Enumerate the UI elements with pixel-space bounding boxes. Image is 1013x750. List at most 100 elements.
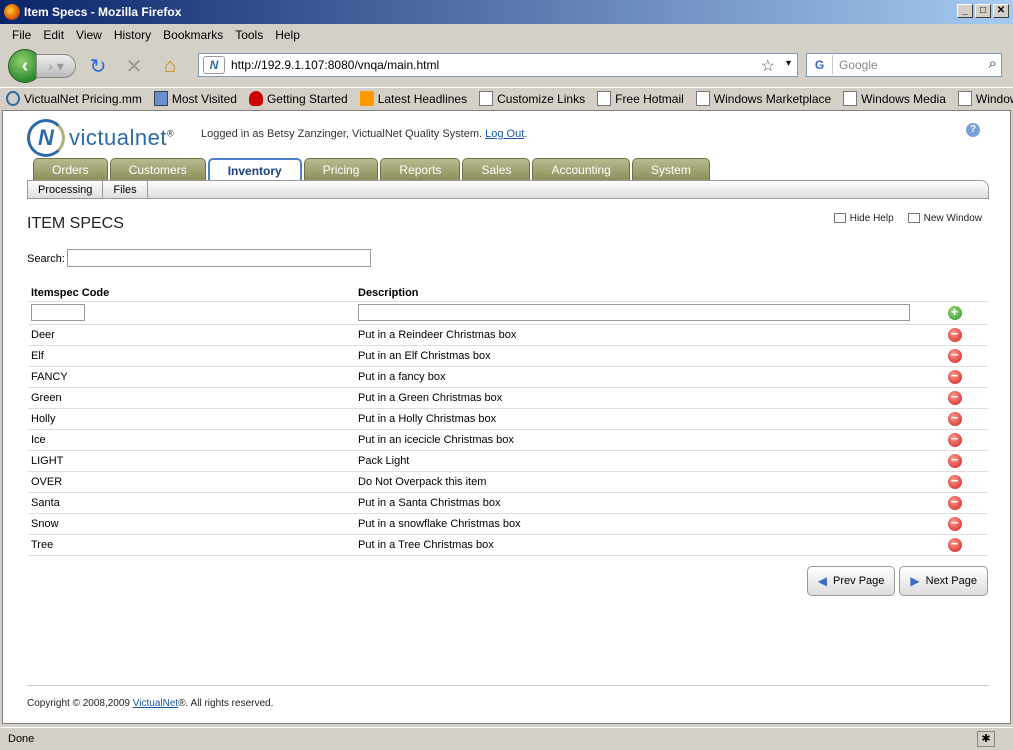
bookmark-item[interactable]: VictualNet Pricing.mm [6,91,142,106]
subtab-files[interactable]: Files [103,181,148,198]
menu-bookmarks[interactable]: Bookmarks [157,28,229,42]
delete-icon[interactable]: − [947,390,962,405]
bookmark-item[interactable]: Most Visited [153,91,237,106]
description-cell[interactable]: Put in an Elf Christmas box [355,345,918,367]
new-code-input[interactable] [31,304,85,321]
search-engine-icon[interactable]: G [807,55,833,75]
menu-view[interactable]: View [70,28,108,42]
maximize-button[interactable]: □ [975,4,991,18]
delete-icon[interactable]: − [947,327,962,342]
delete-icon[interactable]: − [947,516,962,531]
subtab-processing[interactable]: Processing [28,181,104,198]
url-dropdown-icon[interactable]: ▾ [786,58,791,69]
table-row[interactable]: LIGHT Pack Light − [28,450,988,472]
bookmark-item[interactable]: Windows [957,91,1013,106]
tab-pricing[interactable]: Pricing [303,158,379,180]
tab-sales[interactable]: Sales [462,158,531,180]
description-cell[interactable]: Put in a Reindeer Christmas box [355,324,918,346]
menu-help[interactable]: Help [269,28,306,42]
menu-tools[interactable]: Tools [229,28,269,42]
prev-page-button[interactable]: ◀ Prev Page [806,566,896,596]
tab-system[interactable]: System [631,158,710,180]
bookmark-star-icon[interactable]: ☆ [761,56,775,76]
delete-icon[interactable]: − [947,453,962,468]
delete-icon[interactable]: − [947,537,962,552]
delete-icon[interactable]: − [947,474,962,489]
description-cell[interactable]: Put in a Tree Christmas box [355,534,918,556]
new-window-link[interactable]: New Window [907,213,982,224]
reload-icon[interactable]: ↻ [84,52,112,80]
description-cell[interactable]: Put in a snowflake Christmas box [355,513,918,535]
minimize-button[interactable]: _ [957,4,973,18]
table-row[interactable]: FANCY Put in a fancy box − [28,366,988,388]
tab-customers[interactable]: Customers [109,158,206,180]
table-row[interactable]: Holly Put in a Holly Christmas box − [28,408,988,430]
search-placeholder[interactable]: Google [839,58,878,72]
description-cell[interactable]: Put in a fancy box [355,366,918,388]
description-cell[interactable]: Do Not Overpack this item [355,471,918,493]
delete-icon[interactable]: − [947,495,962,510]
description-cell[interactable]: Put in an icecicle Christmas box [355,429,918,451]
address-bar[interactable]: N http://192.9.1.107:8080/vnqa/main.html… [198,53,798,77]
table-row[interactable]: Deer Put in a Reindeer Christmas box − [28,324,988,346]
itemspec-code-cell[interactable]: OVER [28,471,355,493]
itemspec-code-cell[interactable]: FANCY [28,366,355,388]
menu-edit[interactable]: Edit [37,28,70,42]
itemspec-code-cell[interactable]: LIGHT [28,450,355,472]
tab-accounting[interactable]: Accounting [532,158,630,180]
column-header-code[interactable]: Itemspec Code [28,285,355,301]
itemspec-code-cell[interactable]: Ice [28,429,355,451]
firebug-icon[interactable]: ✱ [977,731,995,747]
itemspec-code-cell[interactable]: Tree [28,534,355,556]
tab-orders[interactable]: Orders [33,158,108,180]
bookmark-item[interactable]: Customize Links [479,91,585,106]
description-cell[interactable]: Put in a Holly Christmas box [355,408,918,430]
delete-icon[interactable]: − [947,369,962,384]
home-icon[interactable]: ⌂ [156,52,184,80]
menu-file[interactable]: File [6,28,37,42]
new-description-input[interactable] [358,304,910,321]
table-row[interactable]: Elf Put in an Elf Christmas box − [28,345,988,367]
table-row[interactable]: Tree Put in a Tree Christmas box − [28,534,988,556]
site-identity-icon[interactable]: N [203,56,225,74]
close-button[interactable]: ✕ [993,4,1009,18]
victualnet-link[interactable]: VictualNet [133,698,178,709]
table-row[interactable]: OVER Do Not Overpack this item − [28,471,988,493]
table-row[interactable]: Snow Put in a snowflake Christmas box − [28,513,988,535]
itemspec-code-cell[interactable]: Elf [28,345,355,367]
column-header-description[interactable]: Description [355,285,918,301]
bookmark-item[interactable]: Windows Media [843,91,946,106]
tab-inventory[interactable]: Inventory [207,158,302,181]
search-box[interactable]: G Google ⌕ [806,53,1002,77]
bookmark-item[interactable]: Windows Marketplace [695,91,831,106]
bookmark-item[interactable]: Free Hotmail [597,91,684,106]
url-text[interactable]: http://192.9.1.107:8080/vnqa/main.html [231,58,439,72]
itemspec-code-cell[interactable]: Deer [28,324,355,346]
delete-icon[interactable]: − [947,432,962,447]
itemspec-code-cell[interactable]: Holly [28,408,355,430]
help-icon[interactable]: ? [966,123,980,137]
bookmark-item[interactable]: Getting Started [248,91,348,106]
delete-icon[interactable]: − [947,348,962,363]
delete-icon[interactable]: − [947,411,962,426]
forward-button[interactable]: › ▾ [36,54,76,78]
description-cell[interactable]: Put in a Green Christmas box [355,387,918,409]
table-row[interactable]: Green Put in a Green Christmas box − [28,387,988,409]
description-cell[interactable]: Put in a Santa Christmas box [355,492,918,514]
stop-icon[interactable]: ✕ [120,52,148,80]
itemspec-code-cell[interactable]: Snow [28,513,355,535]
menu-history[interactable]: History [108,28,157,42]
add-icon[interactable]: + [947,305,962,320]
search-input[interactable] [67,249,371,267]
hide-help-link[interactable]: Hide Help [833,213,894,224]
victualnet-logo[interactable]: N victualnet® [27,119,174,157]
tab-reports[interactable]: Reports [380,158,461,180]
bookmark-item[interactable]: Latest Headlines [359,91,467,106]
itemspec-code-cell[interactable]: Green [28,387,355,409]
logout-link[interactable]: Log Out [485,128,524,140]
itemspec-code-cell[interactable]: Santa [28,492,355,514]
table-row[interactable]: Ice Put in an icecicle Christmas box − [28,429,988,451]
next-page-button[interactable]: ▶ Next Page [899,566,988,596]
table-row[interactable]: Santa Put in a Santa Christmas box − [28,492,988,514]
description-cell[interactable]: Pack Light [355,450,918,472]
